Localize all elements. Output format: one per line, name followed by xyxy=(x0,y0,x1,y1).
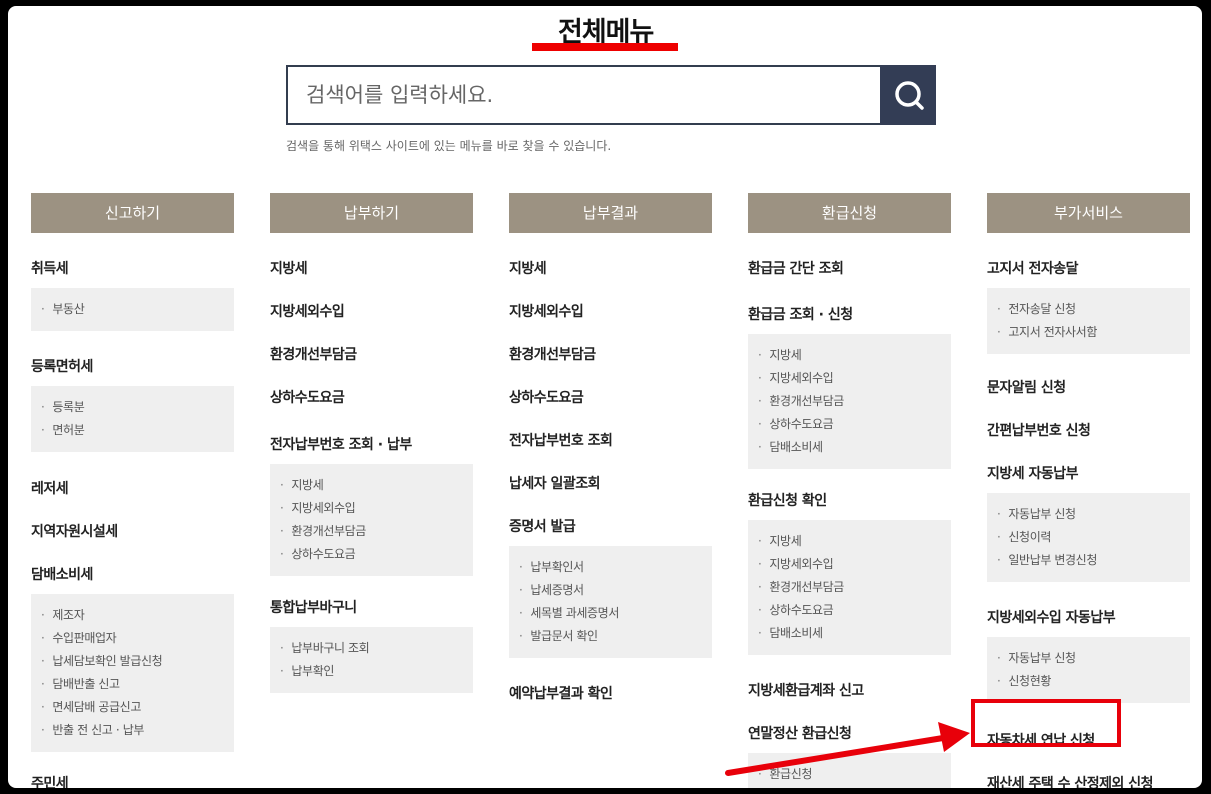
annotation-arrow xyxy=(725,722,970,776)
full-menu-page: 전체메뉴 검색을 통해 위택스 사이트에 있는 메뉴를 바로 찾을 수 있습니다… xyxy=(8,6,1202,788)
